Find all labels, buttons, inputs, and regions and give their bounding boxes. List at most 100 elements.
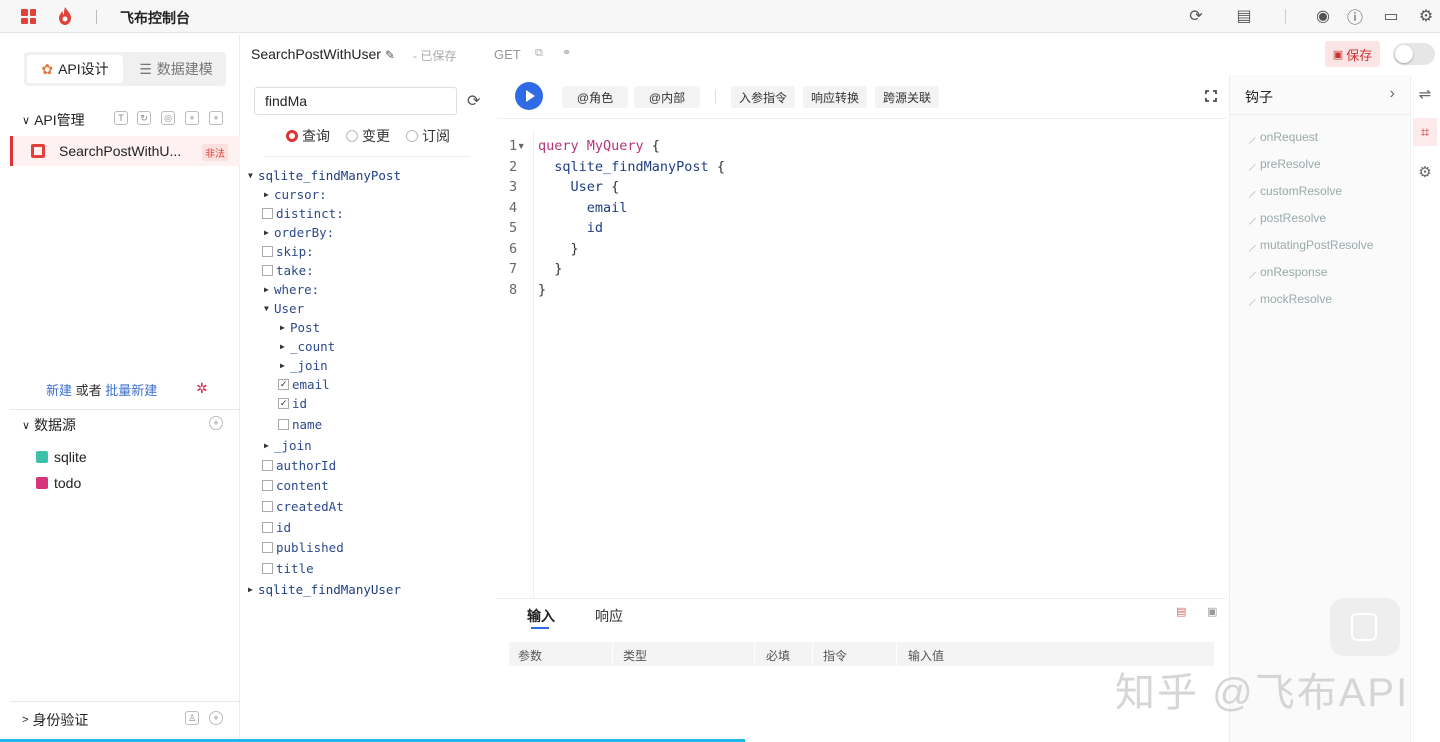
hook-item[interactable]: mutatingPostResolve xyxy=(1243,238,1373,252)
tree-node[interactable]: take: xyxy=(262,261,314,280)
batch-new-link[interactable]: 批量新建 xyxy=(105,383,157,398)
datasource-section-header[interactable]: ∨ 数据源 xyxy=(22,415,76,435)
cross-source-button[interactable]: 跨源关联 xyxy=(875,86,939,108)
tree-checkbox[interactable] xyxy=(262,246,273,257)
target-icon[interactable]: ◎ xyxy=(161,111,175,125)
tree-checkbox[interactable] xyxy=(262,542,273,553)
tree-node[interactable]: ▶ Post xyxy=(278,318,320,337)
tab-input[interactable]: 输入 xyxy=(527,606,555,626)
expand-icon[interactable] xyxy=(1205,90,1217,102)
radio-subscription[interactable]: 订阅 xyxy=(406,126,450,146)
response-transform-button[interactable]: 响应转换 xyxy=(803,86,867,108)
message-icon[interactable]: ▭ xyxy=(1381,6,1401,26)
tree-checkbox[interactable] xyxy=(262,522,273,533)
code-line[interactable]: query MyQuery { xyxy=(538,138,660,154)
datasource-item-sqlite[interactable]: sqlite xyxy=(36,449,87,465)
tree-node[interactable]: published xyxy=(262,538,344,557)
code-line[interactable]: } xyxy=(538,282,546,298)
filter-icon[interactable]: T xyxy=(114,111,128,125)
refresh-icon[interactable]: ↻ xyxy=(137,111,151,125)
hook-item[interactable]: onResponse xyxy=(1243,265,1327,279)
caret-right-icon[interactable]: ▶ xyxy=(264,285,274,294)
caret-right-icon[interactable]: ▶ xyxy=(264,228,274,237)
copy-icon[interactable]: ⧉ xyxy=(535,47,543,60)
code-line[interactable]: sqlite_findManyPost { xyxy=(538,159,725,175)
tree-node[interactable]: ▶ sqlite_findManyUser xyxy=(246,580,401,599)
role-button[interactable]: @角色 xyxy=(562,86,628,108)
hook-item[interactable]: customResolve xyxy=(1243,184,1342,198)
enable-toggle[interactable] xyxy=(1393,43,1435,65)
user-icon[interactable]: ♙ xyxy=(185,711,199,725)
apps-grid-icon[interactable] xyxy=(21,9,36,24)
tree-checkbox[interactable] xyxy=(278,419,289,430)
tree-node[interactable]: name xyxy=(278,415,322,434)
tree-checkbox[interactable] xyxy=(262,563,273,574)
api-list-item[interactable]: SearchPostWithU... 非法 xyxy=(10,136,240,166)
tree-node[interactable]: title xyxy=(262,559,314,578)
internal-button[interactable]: @内部 xyxy=(634,86,700,108)
form-icon[interactable]: ▤ xyxy=(1176,605,1186,618)
code-line[interactable]: email xyxy=(538,200,628,216)
tree-checkbox[interactable]: ✓ xyxy=(278,379,289,390)
github-icon[interactable]: ◉ xyxy=(1313,6,1333,26)
tree-checkbox[interactable] xyxy=(262,501,273,512)
tab-api-design[interactable]: ✿ API设计 xyxy=(27,55,123,83)
tree-checkbox[interactable] xyxy=(262,265,273,276)
document-icon[interactable]: ▤ xyxy=(1234,6,1254,26)
add-datasource-icon[interactable]: + xyxy=(209,416,223,430)
tree-node[interactable]: id xyxy=(262,518,291,537)
tree-node[interactable]: distinct: xyxy=(262,204,344,223)
radio-mutation[interactable]: 变更 xyxy=(346,126,390,146)
hook-item[interactable]: mockResolve xyxy=(1243,292,1332,306)
refresh-icon[interactable]: ⟳ xyxy=(1186,6,1206,26)
caret-down-icon[interactable]: ▼ xyxy=(264,304,274,313)
settings-icon[interactable]: ⚙ xyxy=(1413,158,1437,186)
caret-right-icon[interactable]: ▶ xyxy=(280,342,290,351)
magic-icon[interactable]: ✲ xyxy=(196,380,208,397)
save-button[interactable]: ▣ 保存 xyxy=(1325,41,1380,67)
caret-right-icon[interactable]: ▶ xyxy=(248,585,258,594)
hook-item[interactable]: onRequest xyxy=(1243,130,1318,144)
code-line[interactable]: User { xyxy=(538,179,620,195)
add-icon[interactable]: + xyxy=(209,711,223,725)
hooks-icon[interactable]: ⌗ xyxy=(1413,118,1437,146)
auth-section-header[interactable]: > 身份验证 xyxy=(22,710,88,730)
tree-node[interactable]: createdAt xyxy=(262,497,344,516)
chevron-right-icon[interactable]: › xyxy=(1390,85,1395,103)
edit-icon[interactable]: ✎ xyxy=(385,48,395,62)
tree-checkbox[interactable]: ✓ xyxy=(278,398,289,409)
datasource-item-todo[interactable]: todo xyxy=(36,475,81,491)
api-section-header[interactable]: ∨ API管理 xyxy=(22,110,85,130)
tree-node[interactable]: ▼ sqlite_findManyPost xyxy=(246,166,401,185)
tree-node[interactable]: ▶ _join xyxy=(262,436,312,455)
tree-node[interactable]: ✓ email xyxy=(278,375,330,394)
json-icon[interactable]: ▣ xyxy=(1207,605,1217,618)
radio-query[interactable]: 查询 xyxy=(286,126,330,146)
tree-checkbox[interactable] xyxy=(262,460,273,471)
link-icon[interactable]: ⚭ xyxy=(562,46,571,59)
add-folder-icon[interactable]: + xyxy=(185,111,199,125)
tree-node[interactable]: ▶ orderBy: xyxy=(262,223,334,242)
tree-node[interactable]: ▼ User xyxy=(262,299,304,318)
caret-down-icon[interactable]: ▼ xyxy=(248,171,258,180)
new-link[interactable]: 新建 xyxy=(46,383,72,398)
tree-node[interactable]: authorId xyxy=(262,456,336,475)
run-button[interactable] xyxy=(515,82,543,110)
caret-right-icon[interactable]: ▶ xyxy=(280,323,290,332)
tree-checkbox[interactable] xyxy=(262,480,273,491)
code-line[interactable]: id xyxy=(538,220,603,236)
caret-right-icon[interactable]: ▶ xyxy=(264,441,274,450)
settings-icon[interactable]: ⚙ xyxy=(1416,6,1436,26)
code-line[interactable]: } xyxy=(538,261,562,277)
help-icon[interactable]: ⓘ xyxy=(1345,6,1365,27)
tree-node[interactable]: ▶ _count xyxy=(278,337,335,356)
tab-data-model[interactable]: ☰ 数据建模 xyxy=(128,55,224,83)
search-input[interactable]: findMa xyxy=(254,87,457,115)
tab-response[interactable]: 响应 xyxy=(595,606,623,626)
tree-node[interactable]: ▶ _join xyxy=(278,356,328,375)
hook-item[interactable]: preResolve xyxy=(1243,157,1321,171)
code-line[interactable]: } xyxy=(538,241,579,257)
tree-node[interactable]: ▶ where: xyxy=(262,280,319,299)
caret-right-icon[interactable]: ▶ xyxy=(280,361,290,370)
add-icon[interactable]: + xyxy=(209,111,223,125)
